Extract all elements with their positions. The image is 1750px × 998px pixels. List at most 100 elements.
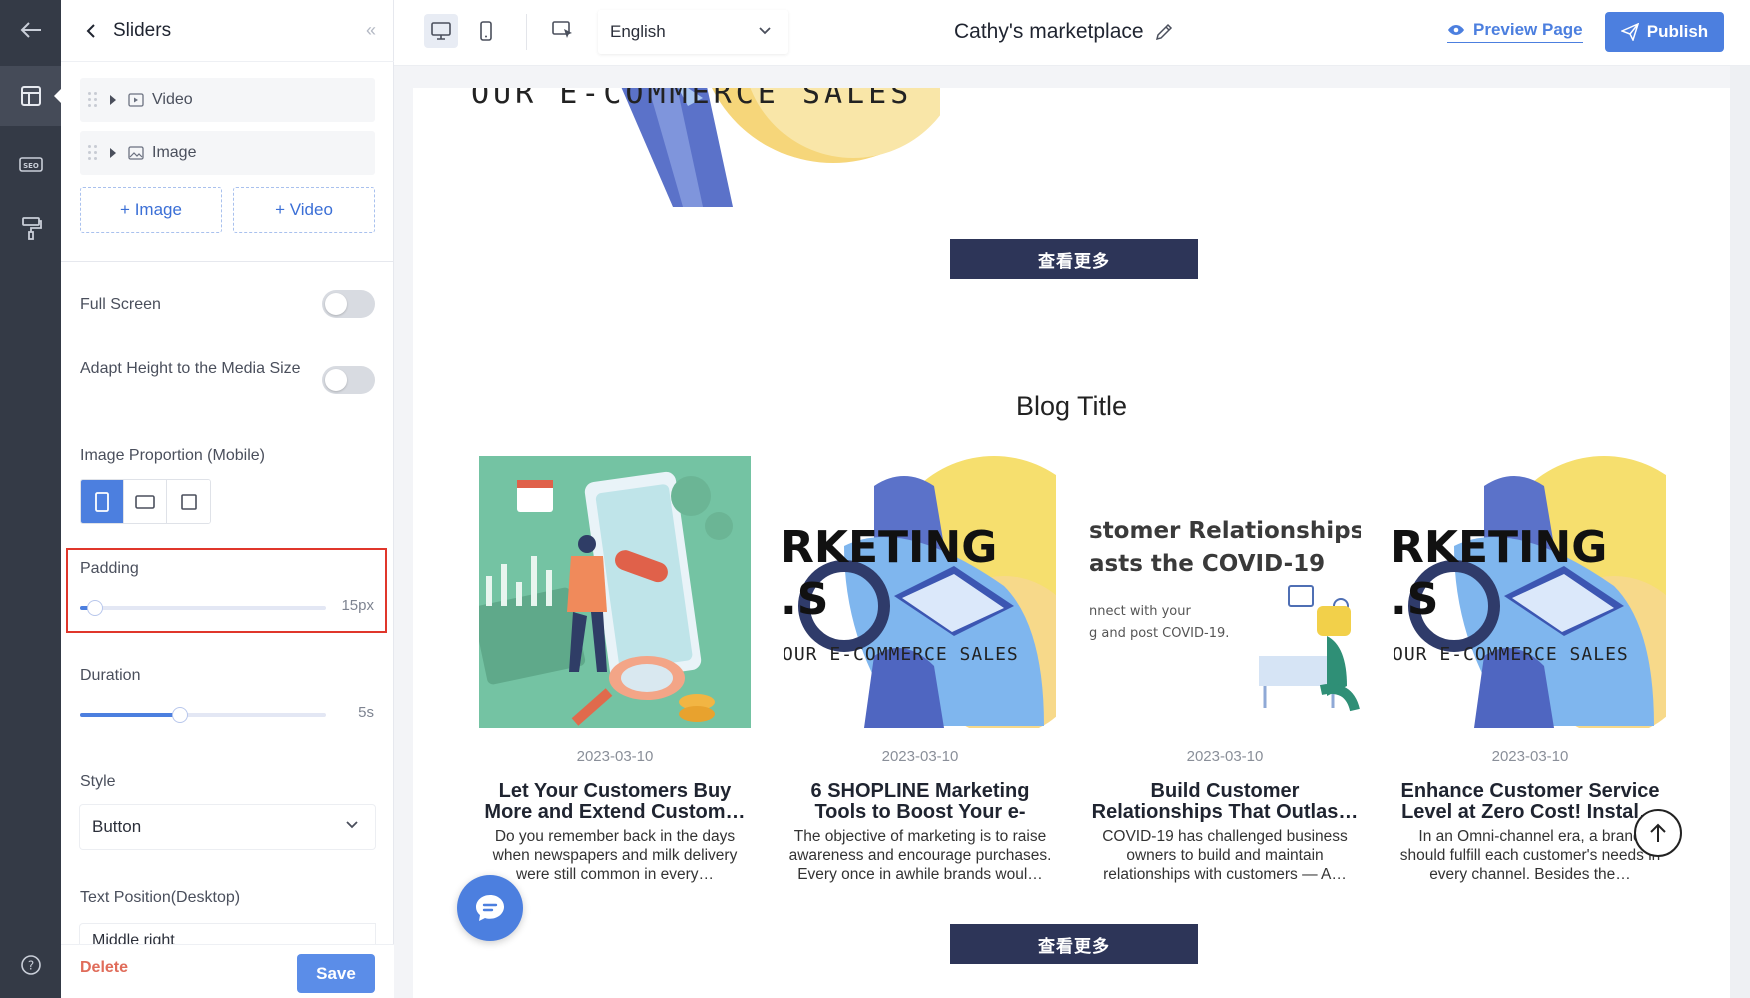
landscape-icon: [135, 494, 155, 509]
cursor-select-icon: [552, 21, 572, 38]
mobile-icon: [480, 21, 492, 41]
add-image-button[interactable]: + Image: [80, 187, 222, 233]
blog-card[interactable]: RKETING .S OUR E-COMMERCE SALES 2023-03-…: [1394, 456, 1666, 884]
duration-slider[interactable]: [80, 707, 326, 723]
left-nav-rail: SEO ?: [0, 0, 62, 998]
preview-label: Preview Page: [1473, 20, 1583, 39]
thumb-overlay-subtitle: OUR E-COMMERCE SALES: [784, 644, 1019, 665]
text-position-select[interactable]: Middle right: [80, 924, 375, 946]
thumb-overlay-line2: asts the COVID-19: [1089, 551, 1326, 577]
adapt-height-toggle[interactable]: [322, 366, 375, 394]
save-button[interactable]: Save: [297, 954, 375, 993]
chat-bubble-icon: [476, 895, 504, 921]
mobile-view-button[interactable]: [469, 14, 503, 48]
site-name-text: Cathy's marketplace: [954, 20, 1144, 43]
proportion-square-button[interactable]: [167, 480, 210, 523]
paint-roller-icon[interactable]: [0, 198, 61, 258]
desktop-view-button[interactable]: [424, 14, 458, 48]
send-icon: [1620, 23, 1639, 41]
chevron-down-icon: [759, 27, 771, 35]
media-item-label: Video: [152, 91, 193, 108]
collapse-panel-icon[interactable]: «: [366, 20, 376, 41]
canvas-scrollbar[interactable]: [1730, 66, 1750, 998]
blog-card-excerpt: COVID-19 has challenged business owners …: [1102, 828, 1348, 883]
blog-card-title[interactable]: Build Customer Relationships That Outlas…: [1089, 781, 1361, 823]
help-icon[interactable]: ?: [0, 935, 61, 995]
blog-card-date: 2023-03-10: [881, 748, 959, 765]
svg-text:SEO: SEO: [23, 162, 39, 170]
layout-icon[interactable]: [0, 66, 62, 126]
blog-card-thumbnail[interactable]: [479, 456, 751, 728]
language-value: English: [610, 22, 666, 41]
drag-handle-icon[interactable]: [88, 92, 98, 108]
blog-section-title: Blog Title: [1015, 391, 1128, 421]
media-item-label: Image: [152, 144, 197, 161]
full-screen-toggle[interactable]: [322, 290, 375, 318]
duration-value: 5s: [358, 704, 374, 721]
panel-title: Sliders: [113, 19, 172, 41]
language-select[interactable]: English: [598, 10, 788, 54]
top-banner-image: OUR E-COMMERCE SALES: [413, 88, 940, 207]
blog-card-thumbnail[interactable]: stomer Relationships asts the COVID-19 n…: [1089, 456, 1361, 728]
select-element-button[interactable]: [546, 14, 580, 48]
banner-text: OUR E-COMMERCE SALES: [471, 88, 913, 111]
blog-card-thumbnail[interactable]: RKETING .S OUR E-COMMERCE SALES: [784, 456, 1056, 728]
adapt-height-label: Adapt Height to the Media Size: [80, 360, 301, 377]
page-preview-canvas: OUR E-COMMERCE SALES 查看更多 Blog Title 202…: [413, 88, 1730, 998]
blog-card-title[interactable]: Enhance Customer Service Level at Zero C…: [1394, 781, 1666, 823]
padding-highlight-box: [66, 548, 387, 633]
add-video-button[interactable]: + Video: [233, 187, 375, 233]
chat-button[interactable]: [457, 875, 523, 941]
blog-card[interactable]: stomer Relationships asts the COVID-19 n…: [1089, 456, 1361, 884]
duration-slider-fill: [80, 713, 180, 717]
media-item-video[interactable]: Video: [80, 78, 375, 122]
chevron-left-icon[interactable]: [81, 21, 101, 41]
pencil-icon[interactable]: [1154, 22, 1174, 42]
arrow-up-icon: [1650, 823, 1666, 842]
editor-toolbar: English Cathy's marketplace Preview Page…: [394, 0, 1750, 66]
thumb-overlay-title: RKETING: [784, 522, 998, 573]
view-more-button-1[interactable]: 查看更多: [950, 239, 1198, 279]
blog-card-thumbnail[interactable]: RKETING .S OUR E-COMMERCE SALES: [1394, 456, 1666, 728]
proportion-portrait-button[interactable]: [81, 480, 124, 523]
proportion-landscape-button[interactable]: [124, 480, 167, 523]
blog-card-excerpt: The objective of marketing is to raise a…: [788, 828, 1052, 883]
expand-arrow-icon[interactable]: [110, 95, 116, 105]
text-position-label: Text Position(Desktop): [80, 889, 241, 906]
blog-card-date: 2023-03-10: [1491, 748, 1569, 765]
thumb-overlay-line2: .S: [1394, 574, 1439, 625]
square-icon: [180, 493, 197, 510]
chevron-down-icon: [346, 821, 358, 829]
scroll-to-top-button[interactable]: [1634, 809, 1682, 857]
style-label: Style: [80, 773, 116, 790]
duration-slider-thumb[interactable]: [172, 707, 188, 723]
view-more-button-2[interactable]: 查看更多: [950, 924, 1198, 964]
thumb-overlay-subtitle: OUR E-COMMERCE SALES: [1394, 644, 1629, 665]
thumb-overlay-line2: .S: [784, 574, 829, 625]
publish-button[interactable]: Publish: [1605, 12, 1724, 52]
divider: [61, 261, 394, 262]
image-proportion-label: Image Proportion (Mobile): [80, 447, 265, 464]
preview-page-link[interactable]: Preview Page: [1447, 20, 1583, 43]
style-select[interactable]: Button: [80, 805, 375, 849]
video-icon: [128, 93, 144, 107]
back-arrow-icon[interactable]: [0, 0, 61, 60]
media-item-image[interactable]: Image: [80, 131, 375, 175]
seo-icon[interactable]: SEO: [0, 134, 61, 194]
delete-button[interactable]: Delete: [80, 959, 128, 977]
svg-text:?: ?: [27, 959, 33, 973]
drag-handle-icon[interactable]: [88, 145, 98, 161]
blog-card-title[interactable]: Let Your Customers Buy More and Extend C…: [479, 781, 751, 823]
blog-card[interactable]: RKETING .S OUR E-COMMERCE SALES 2023-03-…: [784, 456, 1056, 884]
thumb-overlay-title: stomer Relationships: [1089, 518, 1361, 544]
blog-card-excerpt: Do you remember back in the days when ne…: [492, 828, 738, 883]
blog-card-title[interactable]: 6 SHOPLINE Marketing Tools to Boost Your…: [784, 781, 1056, 823]
settings-panel: Sliders « Video Image + Image + Video Fu…: [61, 0, 394, 998]
blog-card-date: 2023-03-10: [1186, 748, 1264, 765]
blog-card-date: 2023-03-10: [576, 748, 654, 765]
style-select-value: Button: [92, 817, 142, 836]
site-name: Cathy's marketplace: [954, 20, 1174, 44]
expand-arrow-icon[interactable]: [110, 148, 116, 158]
portrait-icon: [95, 491, 109, 512]
blog-card[interactable]: 2023-03-10 Let Your Customers Buy More a…: [479, 456, 751, 884]
